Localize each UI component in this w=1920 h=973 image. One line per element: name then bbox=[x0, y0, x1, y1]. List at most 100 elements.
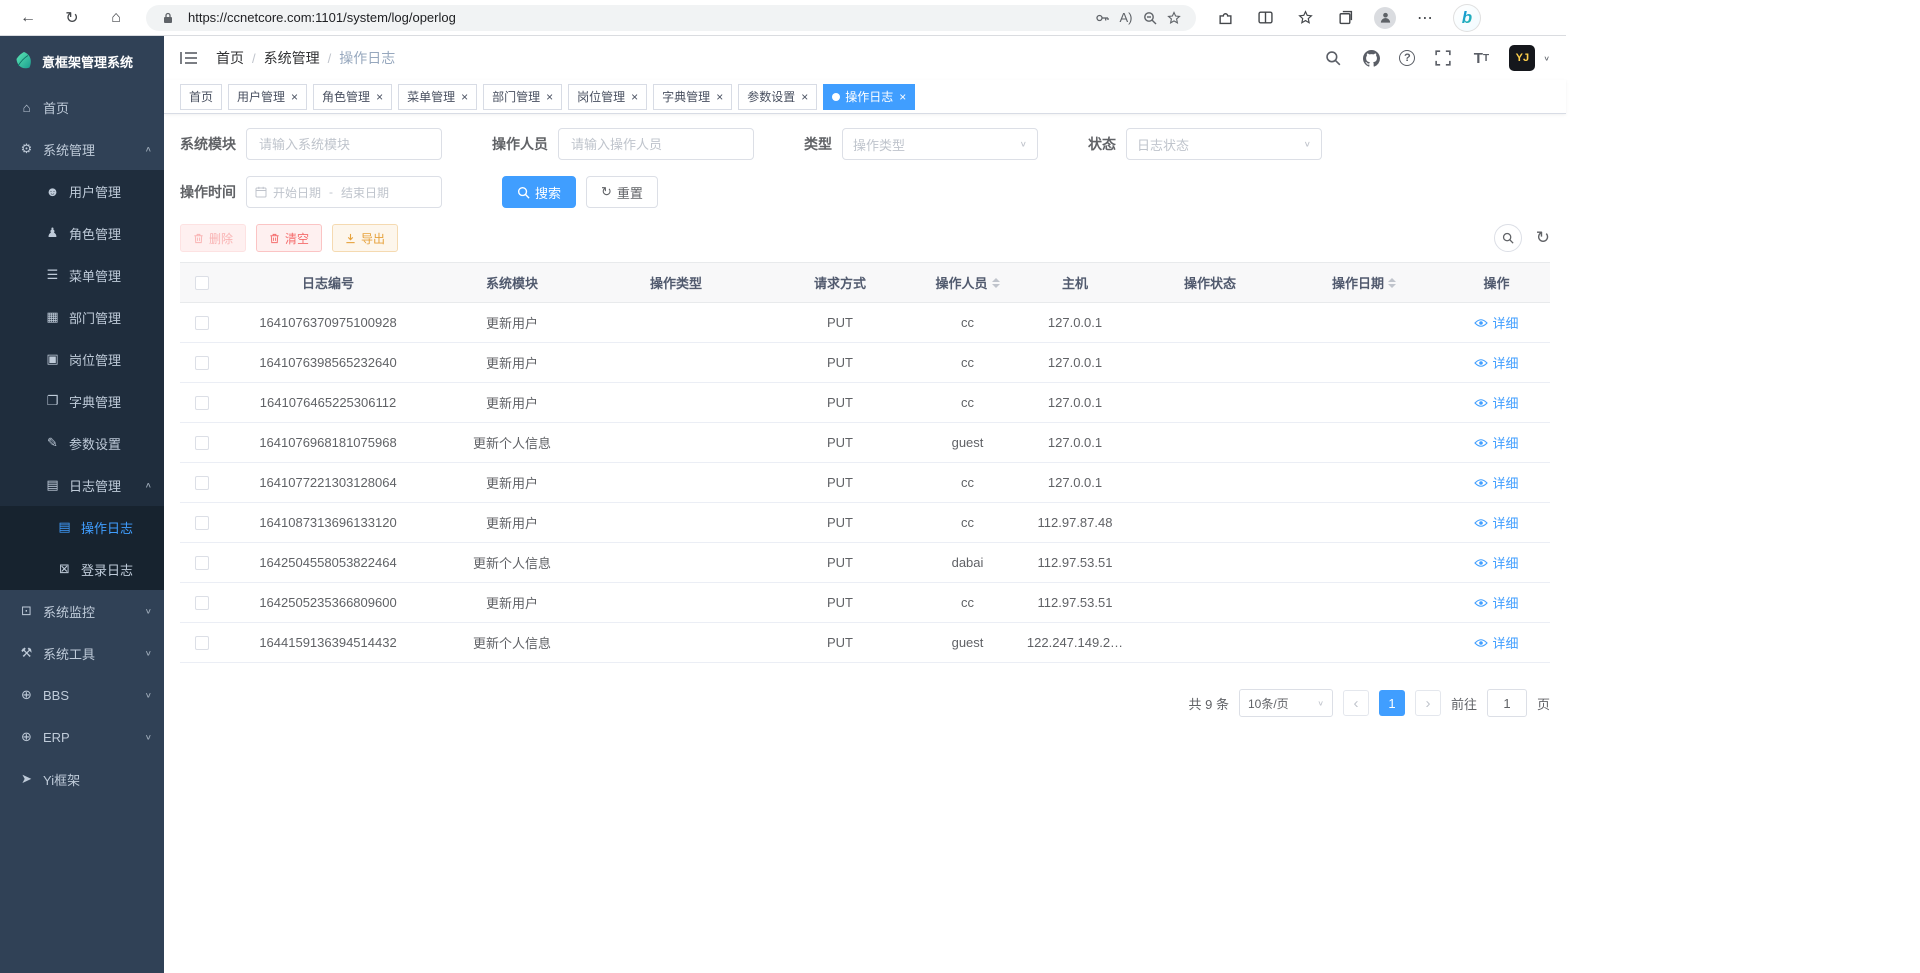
row-checkbox[interactable] bbox=[195, 516, 209, 530]
column-header-operator[interactable]: 操作人员 bbox=[920, 263, 1015, 303]
row-checkbox[interactable] bbox=[195, 596, 209, 610]
tab-home[interactable]: 首页 bbox=[180, 84, 222, 110]
tab-dept-mgmt[interactable]: 部门管理 × bbox=[483, 84, 562, 110]
close-tab-icon[interactable]: × bbox=[801, 91, 808, 103]
zoom-out-icon[interactable] bbox=[1138, 6, 1162, 30]
sidebar-item-login-log[interactable]: ⊠ 登录日志 bbox=[0, 548, 164, 590]
sidebar-item-param-settings[interactable]: ✎ 参数设置 bbox=[0, 422, 164, 464]
sidebar-item-dict-mgmt[interactable]: ❐ 字典管理 bbox=[0, 380, 164, 422]
browser-refresh-button[interactable]: ↻ bbox=[58, 4, 86, 32]
collapse-sidebar-icon[interactable] bbox=[180, 47, 202, 69]
type-select[interactable]: 操作类型 ∨ bbox=[842, 128, 1038, 160]
detail-link[interactable]: 详细 bbox=[1474, 553, 1518, 572]
detail-link[interactable]: 详细 bbox=[1474, 593, 1518, 612]
date-range-picker[interactable]: 开始日期 - 结束日期 bbox=[246, 176, 442, 208]
detail-link[interactable]: 详细 bbox=[1474, 473, 1518, 492]
sidebar-item-dept-mgmt[interactable]: ▦ 部门管理 bbox=[0, 296, 164, 338]
select-all-checkbox[interactable] bbox=[195, 276, 209, 290]
user-avatar[interactable]: YJ bbox=[1509, 45, 1535, 71]
goto-page-input[interactable] bbox=[1487, 689, 1527, 717]
font-size-icon[interactable]: TT bbox=[1471, 48, 1491, 68]
breadcrumb-home[interactable]: 首页 bbox=[216, 48, 244, 68]
row-checkbox[interactable] bbox=[195, 476, 209, 490]
tab-param-settings[interactable]: 参数设置 × bbox=[738, 84, 817, 110]
close-tab-icon[interactable]: × bbox=[899, 91, 906, 103]
read-aloud-icon[interactable]: A) bbox=[1114, 6, 1138, 30]
favorites-icon[interactable] bbox=[1294, 7, 1316, 29]
browser-profile-avatar[interactable] bbox=[1374, 7, 1396, 29]
app-logo[interactable]: 意框架管理系统 bbox=[0, 36, 164, 86]
close-tab-icon[interactable]: × bbox=[461, 91, 468, 103]
search-icon[interactable] bbox=[1323, 48, 1343, 68]
module-input[interactable] bbox=[246, 128, 442, 160]
sidebar-item-log-mgmt[interactable]: ▤ 日志管理 ∧ bbox=[0, 464, 164, 506]
close-tab-icon[interactable]: × bbox=[716, 91, 723, 103]
clear-button[interactable]: 清空 bbox=[256, 224, 322, 252]
close-tab-icon[interactable]: × bbox=[291, 91, 298, 103]
browser-home-button[interactable]: ⌂ bbox=[102, 4, 130, 32]
row-checkbox[interactable] bbox=[195, 356, 209, 370]
sidebar-item-menu-mgmt[interactable]: ☰ 菜单管理 bbox=[0, 254, 164, 296]
browser-back-button[interactable]: ← bbox=[14, 4, 42, 32]
row-checkbox[interactable] bbox=[195, 556, 209, 570]
sidebar-item-erp[interactable]: ⊕ ERP ∨ bbox=[0, 716, 164, 758]
close-tab-icon[interactable]: × bbox=[376, 91, 383, 103]
detail-link[interactable]: 详细 bbox=[1474, 433, 1518, 452]
tab-menu-mgmt[interactable]: 菜单管理 × bbox=[398, 84, 477, 110]
github-icon[interactable] bbox=[1361, 48, 1381, 68]
detail-link[interactable]: 详细 bbox=[1474, 353, 1518, 372]
sidebar-item-system-monitor[interactable]: ⊡ 系统监控 ∨ bbox=[0, 590, 164, 632]
sidebar-item-oper-log[interactable]: ▤ 操作日志 bbox=[0, 506, 164, 548]
row-checkbox[interactable] bbox=[195, 396, 209, 410]
add-favorite-icon[interactable] bbox=[1162, 6, 1186, 30]
sidebar-item-system-mgmt[interactable]: ⚙ 系统管理 ∧ bbox=[0, 128, 164, 170]
tab-post-mgmt[interactable]: 岗位管理 × bbox=[568, 84, 647, 110]
delete-button[interactable]: 删除 bbox=[180, 224, 246, 252]
operator-input[interactable] bbox=[558, 128, 754, 160]
browser-address-bar[interactable]: https://ccnetcore.com:1101/system/log/op… bbox=[146, 5, 1196, 31]
prev-page-button[interactable]: ‹ bbox=[1343, 690, 1369, 716]
search-button[interactable]: 搜索 bbox=[502, 176, 576, 208]
sidebar-item-yi-framework[interactable]: ➤ Yi框架 bbox=[0, 758, 164, 800]
bing-icon[interactable]: b bbox=[1454, 5, 1480, 31]
sort-icon[interactable] bbox=[1388, 274, 1396, 292]
close-tab-icon[interactable]: × bbox=[546, 91, 553, 103]
tab-oper-log[interactable]: 操作日志 × bbox=[823, 84, 915, 110]
detail-link[interactable]: 详细 bbox=[1474, 313, 1518, 332]
detail-link[interactable]: 详细 bbox=[1474, 513, 1518, 532]
breadcrumb-system-mgmt[interactable]: 系统管理 bbox=[264, 48, 320, 68]
row-checkbox[interactable] bbox=[195, 436, 209, 450]
sidebar-item-role-mgmt[interactable]: ♟ 角色管理 bbox=[0, 212, 164, 254]
next-page-button[interactable]: › bbox=[1415, 690, 1441, 716]
toggle-search-icon[interactable] bbox=[1494, 224, 1522, 252]
sidebar-item-post-mgmt[interactable]: ▣ 岗位管理 bbox=[0, 338, 164, 380]
url-text[interactable]: https://ccnetcore.com:1101/system/log/op… bbox=[188, 10, 1090, 25]
fullscreen-icon[interactable] bbox=[1433, 48, 1453, 68]
page-size-select[interactable]: 10条/页 ∨ bbox=[1239, 689, 1333, 717]
status-select[interactable]: 日志状态 ∨ bbox=[1126, 128, 1322, 160]
sidebar-item-user-mgmt[interactable]: ☻ 用户管理 bbox=[0, 170, 164, 212]
row-checkbox[interactable] bbox=[195, 316, 209, 330]
detail-link[interactable]: 详细 bbox=[1474, 393, 1518, 412]
column-header-date[interactable]: 操作日期 bbox=[1285, 263, 1443, 303]
tab-role-mgmt[interactable]: 角色管理 × bbox=[313, 84, 392, 110]
extensions-icon[interactable] bbox=[1214, 7, 1236, 29]
page-1-button[interactable]: 1 bbox=[1379, 690, 1405, 716]
tab-user-mgmt[interactable]: 用户管理 × bbox=[228, 84, 307, 110]
browser-settings-menu-icon[interactable]: ⋯ bbox=[1414, 7, 1436, 29]
help-icon[interactable]: ? bbox=[1399, 50, 1415, 66]
row-checkbox[interactable] bbox=[195, 636, 209, 650]
sidebar-item-system-tools[interactable]: ⚒ 系统工具 ∨ bbox=[0, 632, 164, 674]
collections-icon[interactable] bbox=[1334, 7, 1356, 29]
detail-link[interactable]: 详细 bbox=[1474, 633, 1518, 652]
sort-icon[interactable] bbox=[992, 274, 1000, 292]
export-button[interactable]: 导出 bbox=[332, 224, 398, 252]
sidebar-item-home[interactable]: ⌂ 首页 bbox=[0, 86, 164, 128]
split-screen-icon[interactable] bbox=[1254, 7, 1276, 29]
password-key-icon[interactable] bbox=[1090, 6, 1114, 30]
refresh-table-icon[interactable]: ↻ bbox=[1536, 228, 1550, 248]
close-tab-icon[interactable]: × bbox=[631, 91, 638, 103]
sidebar-item-bbs[interactable]: ⊕ BBS ∨ bbox=[0, 674, 164, 716]
tab-dict-mgmt[interactable]: 字典管理 × bbox=[653, 84, 732, 110]
reset-button[interactable]: ↻ 重置 bbox=[586, 176, 658, 208]
